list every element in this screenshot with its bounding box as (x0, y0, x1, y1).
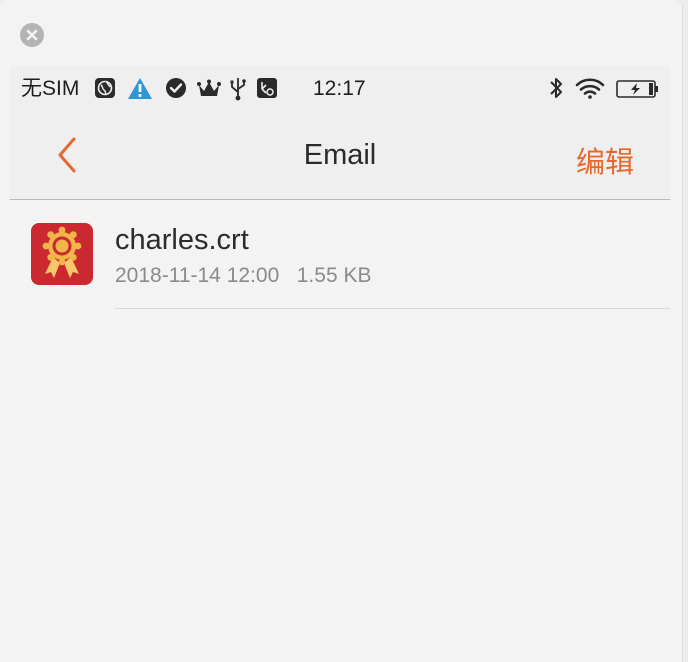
status-bar: 无SIM 12:17 (10, 66, 670, 110)
usb-icon (230, 78, 246, 101)
file-picker-window: 无SIM 12:17 Email 编辑 charles.crt 2018-11-… (0, 0, 683, 662)
divider (115, 308, 670, 309)
window-titlebar (0, 0, 682, 66)
file-name: charles.crt (115, 224, 249, 256)
sd-card-icon (257, 78, 277, 98)
crown-icon (197, 79, 221, 96)
file-meta: 2018-11-14 12:00 1.55 KB (115, 264, 372, 287)
check-circle-icon (166, 78, 186, 98)
file-list-item[interactable]: charles.crt 2018-11-14 12:00 1.55 KB (10, 200, 670, 310)
phone-screen: 无SIM 12:17 Email 编辑 charles.crt 2018-11-… (10, 66, 670, 662)
status-time: 12:17 (313, 77, 366, 100)
certificate-icon (31, 223, 93, 285)
warning-icon (128, 78, 152, 99)
page-title: Email (303, 139, 377, 171)
close-icon (26, 29, 38, 41)
navigation-bar: Email 编辑 (10, 110, 670, 200)
background-edge (683, 0, 688, 662)
globe-icon (95, 78, 115, 98)
edit-button[interactable]: 编辑 (576, 139, 634, 181)
wifi-icon (575, 78, 605, 99)
close-window-button[interactable] (20, 23, 44, 47)
carrier-label: 无SIM (21, 77, 80, 100)
bluetooth-icon (550, 78, 562, 98)
battery-charging-icon (616, 80, 658, 98)
